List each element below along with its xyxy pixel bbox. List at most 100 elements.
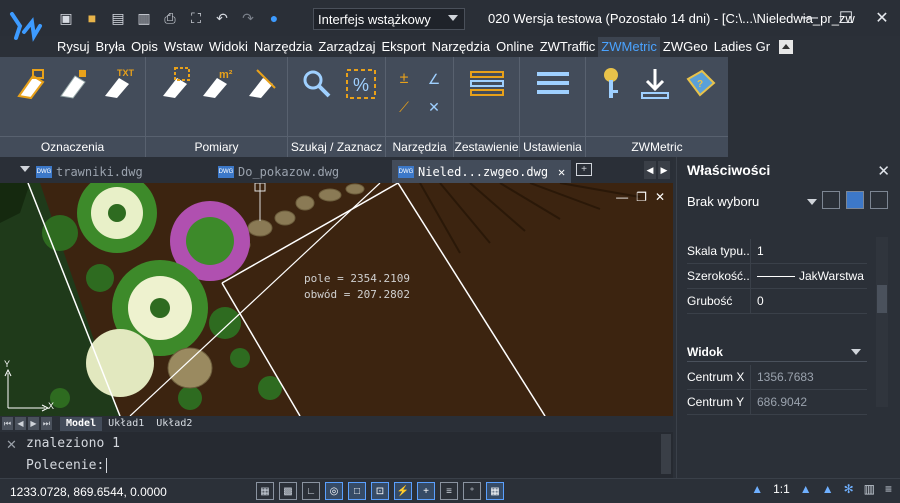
command-input[interactable]: Polecenie: — [26, 458, 108, 473]
close-icon[interactable]: ✕ — [864, 0, 900, 36]
workspace-select[interactable]: Interfejs wstążkowy — [313, 8, 465, 30]
menu-icon[interactable]: ≡ — [885, 482, 892, 496]
tool-angle-icon[interactable]: ∠ — [422, 67, 446, 91]
prev-layout-icon[interactable]: ◀ — [15, 417, 26, 430]
label-area-icon[interactable] — [10, 63, 52, 105]
lineweight-icon[interactable]: ≡ — [440, 482, 458, 500]
ribbon-tab[interactable]: Opis — [128, 37, 161, 57]
undo-icon[interactable]: ↶ — [212, 8, 232, 28]
doc-tab-nieledwia[interactable]: DWG Nieled...zwgeo.dwg ✕ — [392, 160, 572, 183]
ribbon-tab[interactable]: Bryła — [93, 37, 129, 57]
viewport-close-icon[interactable]: ✕ — [655, 190, 665, 204]
tab-uklad2[interactable]: Układ2 — [150, 417, 198, 431]
prop-row-centrum-x[interactable]: Centrum X 1356.7683 — [687, 364, 867, 390]
ribbon-tab[interactable]: ZWTraffic — [537, 37, 599, 57]
key-icon[interactable] — [590, 63, 632, 105]
drawing-canvas[interactable]: — ❐ ✕ pole = 2354.2109 obwód = 207.2802 … — [0, 183, 673, 416]
annotation-scale-value[interactable]: 1:1 — [773, 482, 790, 496]
tool-cross-icon[interactable]: ✕ — [422, 95, 446, 119]
help-book-icon[interactable]: ? — [680, 63, 722, 105]
prop-row-grubosc[interactable]: Grubość 0 — [687, 288, 867, 314]
settings-list-icon[interactable] — [532, 63, 574, 105]
snap-tracking-icon[interactable]: ⊡ — [371, 482, 389, 500]
select-objects-icon[interactable] — [822, 191, 840, 209]
auto-scale-icon[interactable]: ▲ — [822, 482, 834, 496]
measure-m2-icon[interactable]: m² — [196, 63, 238, 105]
tool-line-icon[interactable]: ⟋ — [392, 95, 416, 119]
selection-dropdown[interactable]: Brak wyboru — [687, 190, 817, 212]
ribbon-tab[interactable]: Narzędzia — [429, 37, 494, 57]
doc-tab-do-pokazow[interactable]: DWG Do_pokazow.dwg — [218, 160, 339, 183]
close-tab-icon[interactable]: ✕ — [558, 165, 565, 179]
table-list-icon[interactable] — [466, 63, 508, 105]
save-as-icon[interactable]: ▥ — [134, 8, 154, 28]
collapse-ribbon-icon[interactable] — [779, 40, 794, 54]
grid-display-icon[interactable]: ▩ — [279, 482, 297, 500]
measure-length-icon[interactable] — [240, 63, 282, 105]
close-panel-icon[interactable]: ✕ — [877, 162, 890, 180]
object-snap-icon[interactable]: □ — [348, 482, 366, 500]
ribbon-tab[interactable]: ZWMetric — [598, 37, 660, 57]
last-layout-icon[interactable]: ⏭ — [41, 417, 52, 430]
prop-row-skala[interactable]: Skala typu... 1 — [687, 238, 867, 264]
properties-scrollbar[interactable] — [876, 237, 888, 407]
selection-cycling-icon[interactable]: ▦ — [486, 482, 504, 500]
label-text-icon[interactable]: TXT — [98, 63, 140, 105]
print-icon[interactable]: ⎙ — [160, 8, 180, 28]
ribbon-tab[interactable]: Widoki — [206, 37, 251, 57]
tab-list-chevron-icon[interactable] — [20, 166, 30, 172]
settings-gear-icon[interactable]: ✻ — [844, 482, 854, 496]
select-percent-icon[interactable]: % — [340, 63, 382, 105]
app-logo-icon[interactable] — [6, 4, 46, 48]
polar-tracking-icon[interactable]: ◎ — [325, 482, 343, 500]
ribbon-tab[interactable]: Ladies Gr — [711, 37, 773, 57]
measure-area-icon[interactable] — [154, 63, 196, 105]
command-scrollbar[interactable] — [661, 434, 671, 474]
redo-icon[interactable]: ↷ — [238, 8, 258, 28]
ribbon-tab[interactable]: ZWGeo — [660, 37, 711, 57]
maximize-icon[interactable]: ☐ — [828, 0, 864, 36]
label-point-icon[interactable] — [52, 63, 94, 105]
help-icon[interactable]: ● — [264, 8, 284, 28]
zoom-window-icon[interactable]: ⛶ — [186, 8, 206, 28]
viewport-minimize-icon[interactable]: — — [616, 190, 628, 204]
ribbon-tab[interactable]: Eksport — [379, 37, 429, 57]
ribbon-tab[interactable]: Wstaw — [161, 37, 206, 57]
tab-scroll-right-icon[interactable]: ▶ — [658, 161, 670, 179]
first-layout-icon[interactable]: ⏮ — [2, 417, 13, 430]
save-icon[interactable]: ▤ — [108, 8, 128, 28]
tab-model[interactable]: Model — [60, 416, 103, 431]
ortho-icon[interactable]: ∟ — [302, 482, 320, 500]
ribbon-tab[interactable]: Zarządzaj — [315, 37, 378, 57]
search-icon[interactable] — [296, 63, 338, 105]
new-tab-icon[interactable]: + — [576, 163, 592, 176]
next-layout-icon[interactable]: ▶ — [28, 417, 39, 430]
ribbon-tab[interactable]: Narzędzia — [251, 37, 316, 57]
minimize-icon[interactable]: — — [792, 0, 828, 36]
grid-snap-icon[interactable]: ▦ — [256, 482, 274, 500]
customize-status-icon[interactable]: ▥ — [864, 482, 875, 496]
transparency-icon[interactable]: ⁺ — [463, 482, 481, 500]
new-file-icon[interactable]: ▣ — [56, 8, 76, 28]
ribbon-tab[interactable]: Online — [493, 37, 537, 57]
scrollbar-thumb[interactable] — [877, 285, 887, 313]
annotation-visibility-icon[interactable]: ▲ — [800, 482, 812, 496]
prop-row-szerokosc[interactable]: Szerokość... JakWarstwa — [687, 263, 867, 289]
ribbon-tab[interactable]: Rysuj — [54, 37, 93, 57]
download-icon[interactable] — [634, 63, 676, 105]
quick-select-icon[interactable] — [846, 191, 864, 209]
doc-tab-trawniki[interactable]: DWG trawniki.dwg — [36, 160, 143, 183]
prop-row-centrum-y[interactable]: Centrum Y 686.9042 — [687, 389, 867, 415]
dynamic-input-icon[interactable]: ⚡ — [394, 482, 412, 500]
viewport-restore-icon[interactable]: ❐ — [636, 190, 647, 204]
tool-plus-icon[interactable]: ± — [392, 67, 416, 91]
tab-uklad1[interactable]: Układ1 — [102, 417, 150, 431]
tab-scroll-left-icon[interactable]: ◀ — [644, 161, 656, 179]
dyn-ucs-icon[interactable]: + — [417, 482, 435, 500]
annotation-scale-icon[interactable]: ▲ — [751, 482, 763, 496]
close-command-icon[interactable]: ✕ — [6, 437, 17, 453]
open-folder-icon[interactable]: ■ — [82, 8, 102, 28]
pickadd-icon[interactable] — [870, 191, 888, 209]
command-history: znaleziono 1 — [26, 436, 120, 451]
section-widok[interactable]: Widok — [687, 342, 867, 362]
